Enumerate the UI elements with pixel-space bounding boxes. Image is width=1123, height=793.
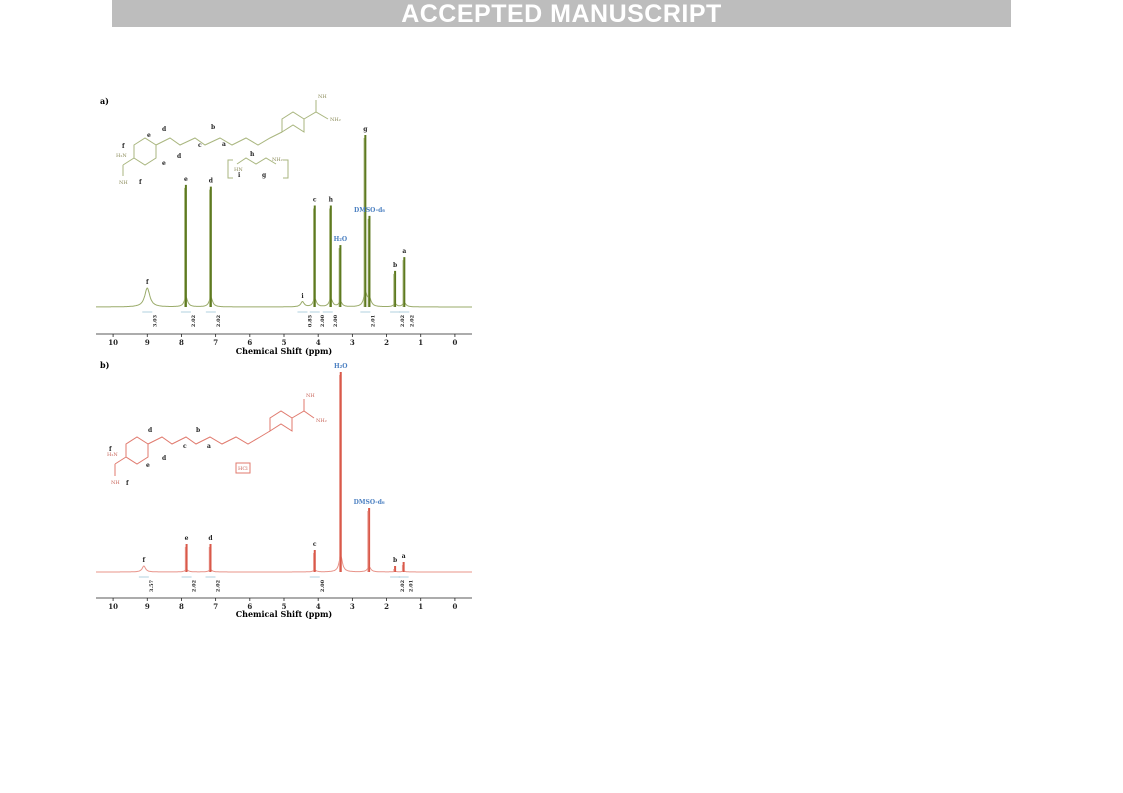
peak-label: c	[313, 541, 317, 548]
integral-value: 0.85	[307, 314, 313, 327]
integral-value: 2.02	[216, 579, 222, 592]
peak-label: a	[402, 248, 406, 255]
structure-label: e	[146, 462, 150, 469]
x-tick-label: 2	[384, 602, 389, 611]
integral-value: 2.01	[370, 315, 376, 327]
x-tick-label: 2	[384, 338, 389, 347]
integral-value: 2.02	[192, 579, 198, 592]
peak-label: b	[393, 262, 397, 269]
structure-label: c	[183, 443, 187, 450]
peak-label: DMSO-d₆	[354, 499, 385, 506]
structure-label: e	[162, 160, 166, 167]
peak-label: b	[393, 557, 397, 564]
peak-label: h	[329, 197, 334, 204]
structure-label: d	[162, 126, 167, 133]
peak-label: a	[402, 553, 406, 560]
panel-a-label: a)	[100, 96, 109, 106]
x-tick-label: 9	[145, 338, 150, 347]
panel-b-x-axis-title: Chemical Shift (ppm)	[236, 609, 333, 619]
x-tick-label: 3	[350, 602, 355, 611]
structure-label: e	[147, 132, 151, 139]
panel-b: b) NH NH₂ H₂N NH HCl d c b a f e d f fe …	[96, 360, 472, 619]
structure-label: f	[139, 179, 142, 186]
structure-atom-nh-a1: NH	[318, 94, 327, 100]
peak-label: g	[363, 126, 368, 133]
structure-atom-h2n-a: H₂N	[116, 153, 127, 159]
x-tick-label: 3	[350, 338, 355, 347]
structure-atom-nh2-b1: NH₂	[316, 418, 327, 424]
integral-value: 2.00	[320, 579, 326, 592]
panel-b-integrals: 3.57 2.02 2.02 2.00 2.02 2.01	[138, 576, 415, 592]
x-tick-label: 7	[213, 602, 218, 611]
integral-value: 3.57	[149, 579, 155, 592]
structure-label: f	[109, 446, 112, 453]
peak-label: c	[313, 197, 317, 204]
panel-a-structure-drawing	[122, 100, 329, 179]
integral-value: 2.02	[409, 314, 415, 327]
integral-value: 2.01	[409, 580, 415, 592]
spectrum-trace	[96, 287, 472, 308]
peak-label: f	[146, 279, 149, 286]
peak-label: d	[209, 178, 214, 185]
structure-label: d	[162, 455, 167, 462]
structure-label: d	[148, 427, 153, 434]
panel-b-label: b)	[100, 360, 110, 370]
x-tick-label: 8	[179, 602, 184, 611]
structure-label: b	[211, 124, 215, 131]
integral-value: 2.02	[191, 314, 197, 327]
x-tick-label: 7	[213, 338, 218, 347]
panel-b-peak-labels: fe dcH₂ODMSO-d₆ba	[143, 363, 406, 564]
structure-atom-hcl-b: HCl	[238, 466, 248, 472]
integral-value: 2.00	[333, 314, 339, 327]
panel-b-structure-atoms: NH NH₂ H₂N NH HCl	[107, 393, 327, 486]
panel-b-structure-drawing	[114, 399, 315, 476]
integral-value: 2.02	[216, 314, 222, 327]
integral-value: 2.02	[400, 314, 406, 327]
structure-label: a	[222, 141, 226, 148]
x-tick-label: 1	[418, 338, 423, 347]
integral-value: 2.00	[320, 314, 326, 327]
structure-atom-nh2-a2: NH₂	[272, 157, 283, 163]
structure-atom-nh-b1: NH	[306, 393, 315, 399]
spectrum-trace	[96, 555, 472, 573]
peak-label: d	[208, 535, 213, 542]
peak-label: DMSO-d₆	[354, 207, 385, 214]
peak-label: i	[301, 293, 304, 300]
structure-atom-nh-a2: NH	[119, 180, 128, 186]
panel-a-integrals: 3.03 2.02 2.02 0.85 2.00 2.00 2.01 2.02 2.02	[142, 311, 415, 327]
x-tick-label: 9	[145, 602, 150, 611]
x-tick-label: 0	[452, 602, 457, 611]
peak-label: f	[143, 557, 146, 564]
structure-label: f	[126, 480, 129, 487]
panel-a-x-axis-title: Chemical Shift (ppm)	[236, 346, 333, 356]
peak-label: H₂O	[334, 363, 348, 370]
peak-label: H₂O	[334, 236, 348, 243]
peak-label: e	[184, 176, 188, 183]
structure-label: d	[177, 153, 182, 160]
structure-label: c	[198, 142, 202, 149]
structure-atom-nh2-a1: NH₂	[330, 117, 341, 123]
structure-label: a	[207, 443, 211, 450]
x-tick-label: 10	[108, 338, 118, 347]
x-tick-label: 8	[179, 338, 184, 347]
panel-b-spectrum	[96, 372, 472, 573]
panel-a: a) NH NH₂ H₂N NH HN NH₂ c d b a e f d e …	[96, 94, 472, 356]
peak-label: e	[185, 535, 189, 542]
structure-label: g	[262, 172, 267, 179]
x-tick-label: 10	[108, 602, 118, 611]
x-tick-label: 0	[452, 338, 457, 347]
integral-value: 2.02	[400, 579, 406, 592]
x-tick-label: 1	[418, 602, 423, 611]
structure-label: f	[122, 143, 125, 150]
structure-label: i	[238, 172, 241, 179]
structure-atom-nh-b2: NH	[111, 480, 120, 486]
structure-label: b	[196, 427, 200, 434]
nmr-figure: a) NH NH₂ H₂N NH HN NH₂ c d b a e f d e …	[96, 94, 472, 619]
integral-value: 3.03	[152, 314, 158, 327]
structure-label: h	[250, 151, 255, 158]
